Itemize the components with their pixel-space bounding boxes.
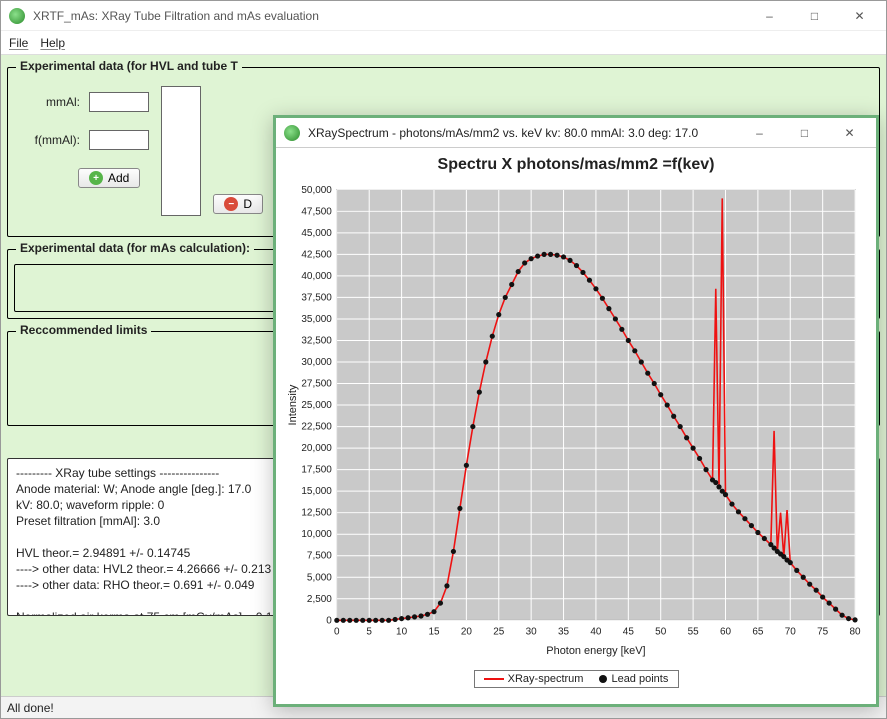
svg-text:47,500: 47,500 (301, 206, 332, 217)
svg-text:40: 40 (590, 626, 602, 637)
spectrum-maximize-button[interactable]: □ (782, 118, 827, 148)
close-button[interactable]: ✕ (837, 1, 882, 31)
chart-title: Spectru X photons/mas/mm2 =f(kev) (282, 152, 870, 176)
add-button[interactable]: + Add (78, 168, 140, 188)
chart-legend: XRay-spectrum Lead points (474, 670, 679, 688)
experimental-data-title: Experimental data (for HVL and tube T (16, 59, 242, 73)
svg-text:15,000: 15,000 (301, 486, 332, 497)
spectrum-window-title: XRaySpectrum - photons/mAs/mm2 vs. keV k… (308, 126, 737, 140)
svg-text:30: 30 (526, 626, 538, 637)
spectrum-minimize-button[interactable]: – (737, 118, 782, 148)
plus-icon: + (89, 171, 103, 185)
svg-text:5: 5 (366, 626, 372, 637)
svg-text:Intensity: Intensity (287, 384, 299, 425)
spectrum-chart: 0 5 10 15 20 25 30 35 40 45 50 55 60 65 70 75 80 0 2,500 5,… (282, 176, 870, 666)
svg-text:42,500: 42,500 (301, 249, 332, 260)
add-button-label: Add (108, 171, 129, 185)
svg-text:65: 65 (752, 626, 764, 637)
fmmal-label: f(mmAl): (20, 133, 80, 147)
delete-button-label: D (243, 197, 252, 211)
svg-text:10,000: 10,000 (301, 529, 332, 540)
svg-text:32,500: 32,500 (301, 335, 332, 346)
fmmal-input[interactable] (89, 130, 149, 150)
svg-text:0: 0 (326, 615, 332, 626)
spectrum-titlebar: XRaySpectrum - photons/mAs/mm2 vs. keV k… (276, 118, 876, 148)
svg-text:35,000: 35,000 (301, 314, 332, 325)
svg-text:45,000: 45,000 (301, 228, 332, 239)
svg-text:Photon energy [keV]: Photon energy [keV] (546, 645, 645, 657)
spectrum-close-button[interactable]: ✕ (827, 118, 872, 148)
svg-text:15: 15 (428, 626, 440, 637)
svg-text:7,500: 7,500 (307, 551, 332, 562)
client-area: Experimental data (for HVL and tube T mm… (1, 55, 886, 696)
svg-text:35: 35 (558, 626, 570, 637)
mmal-label: mmAl: (20, 95, 80, 109)
data-list[interactable] (161, 86, 201, 216)
delete-button[interactable]: − D (213, 194, 263, 214)
svg-text:75: 75 (817, 626, 829, 637)
svg-text:37,500: 37,500 (301, 292, 332, 303)
legend-line-sample (484, 678, 504, 680)
menubar: File Help (1, 31, 886, 55)
svg-text:40,000: 40,000 (301, 271, 332, 282)
svg-text:25,000: 25,000 (301, 400, 332, 411)
svg-text:20,000: 20,000 (301, 443, 332, 454)
menu-file[interactable]: File (9, 36, 28, 50)
svg-text:22,500: 22,500 (301, 422, 332, 433)
svg-text:10: 10 (396, 626, 408, 637)
svg-text:45: 45 (623, 626, 635, 637)
svg-text:0: 0 (334, 626, 340, 637)
svg-text:17,500: 17,500 (301, 465, 332, 476)
svg-text:50,000: 50,000 (301, 185, 332, 196)
legend-series1: XRay-spectrum (508, 673, 584, 685)
svg-text:60: 60 (720, 626, 732, 637)
spectrum-app-icon (284, 125, 300, 141)
svg-text:50: 50 (655, 626, 667, 637)
legend-series2: Lead points (611, 673, 668, 685)
svg-text:12,500: 12,500 (301, 508, 332, 519)
mmal-input[interactable] (89, 92, 149, 112)
svg-text:70: 70 (785, 626, 797, 637)
app-icon (9, 8, 25, 24)
minus-icon: − (224, 197, 238, 211)
main-titlebar: XRTF_mAs: XRay Tube Filtration and mAs e… (1, 1, 886, 31)
svg-text:30,000: 30,000 (301, 357, 332, 368)
mas-group-title: Experimental data (for mAs calculation): (16, 241, 254, 255)
main-window: XRTF_mAs: XRay Tube Filtration and mAs e… (0, 0, 887, 719)
svg-text:20: 20 (461, 626, 473, 637)
main-window-title: XRTF_mAs: XRay Tube Filtration and mAs e… (33, 9, 747, 23)
svg-text:55: 55 (688, 626, 700, 637)
svg-text:80: 80 (850, 626, 862, 637)
recommended-limits-title: Reccommended limits (16, 323, 151, 337)
maximize-button[interactable]: □ (792, 1, 837, 31)
svg-text:5,000: 5,000 (307, 572, 332, 583)
spectrum-window: XRaySpectrum - photons/mAs/mm2 vs. keV k… (273, 115, 879, 707)
menu-help[interactable]: Help (40, 36, 65, 50)
minimize-button[interactable]: – (747, 1, 792, 31)
svg-text:27,500: 27,500 (301, 379, 332, 390)
legend-dot-sample (599, 675, 607, 683)
svg-text:25: 25 (493, 626, 505, 637)
svg-text:2,500: 2,500 (307, 594, 332, 605)
